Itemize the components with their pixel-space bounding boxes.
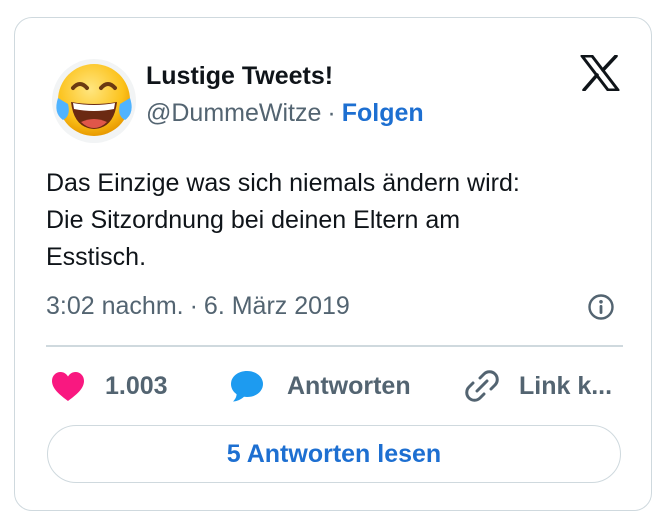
follow-button[interactable]: Folgen <box>342 99 424 127</box>
tweet-timestamp[interactable]: 3:02 nachm. · 6. März 2019 <box>46 291 350 321</box>
reply-bubble-icon <box>231 371 263 402</box>
tweet-time: 3:02 nachm. <box>46 292 184 320</box>
tweet-text: Das Einzige was sich niemals ändern wird… <box>46 169 520 271</box>
tweet-embed-card: Lustige Tweets! @DummeWitze · Folgen Das E… <box>14 17 652 511</box>
x-logo-icon[interactable] <box>580 55 620 91</box>
reply-label: Antworten <box>287 371 411 400</box>
reply-button[interactable]: Antworten <box>229 368 411 404</box>
avatar[interactable] <box>51 58 137 144</box>
divider <box>46 345 623 347</box>
account-handle[interactable]: @DummeWitze <box>146 99 321 127</box>
like-button[interactable]: 1.003 <box>51 368 168 404</box>
account-handle-line: @DummeWitze · Folgen <box>146 98 424 128</box>
account-name[interactable]: Lustige Tweets! <box>146 61 333 91</box>
handle-separator: · <box>327 99 336 127</box>
copy-link-label: Link k... <box>519 371 613 400</box>
tweet-date: 6. März 2019 <box>203 292 350 320</box>
info-icon[interactable] <box>587 293 615 321</box>
copy-link-button[interactable]: Link k... <box>465 368 612 404</box>
like-count: 1.003 <box>105 371 168 400</box>
link-icon <box>465 370 499 402</box>
timestamp-separator: · <box>189 292 198 320</box>
heart-icon <box>52 371 84 401</box>
laughing-emoji-icon <box>52 59 136 143</box>
read-replies-button[interactable]: 5 Antworten lesen <box>47 425 621 483</box>
